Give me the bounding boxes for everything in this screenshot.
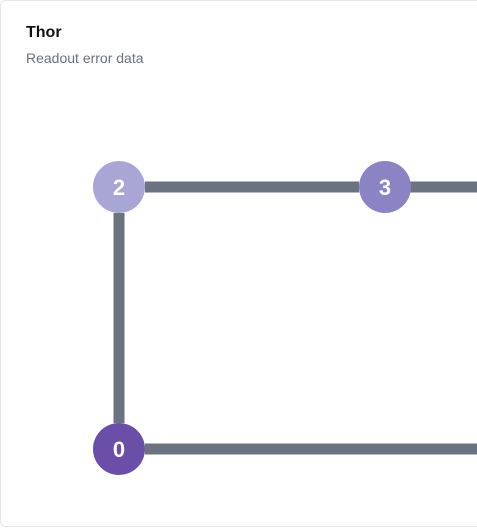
qubit-node-0[interactable]: 0 <box>93 423 145 475</box>
qubit-map-card: Thor Readout error data 2 3 0 <box>0 0 477 527</box>
qubit-node-3-label: 3 <box>379 175 391 200</box>
qubit-node-0-label: 0 <box>113 437 125 462</box>
qubit-node-2[interactable]: 2 <box>93 161 145 213</box>
qubit-node-3[interactable]: 3 <box>359 161 411 213</box>
qubit-graph: 2 3 0 <box>93 161 477 475</box>
qubit-node-2-label: 2 <box>113 175 125 200</box>
